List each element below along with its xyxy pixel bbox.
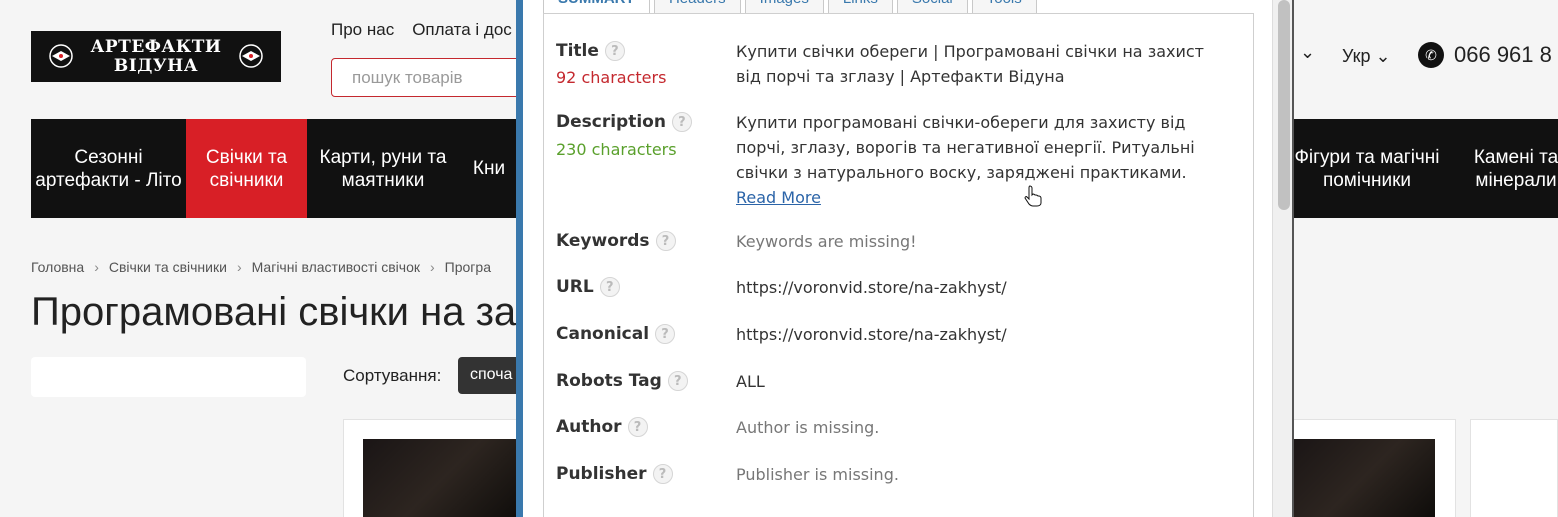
menu-item-figures[interactable]: Фігури та магічні помічники (1293, 119, 1441, 218)
panel-border (516, 0, 523, 517)
row-label: Canonical? (556, 324, 676, 344)
hand-cursor-icon (1024, 185, 1042, 207)
publisher-value: Publisher is missing. (736, 465, 899, 484)
description-value: Купити програмовані свічки-обереги для з… (736, 110, 1226, 210)
page-title: Програмовані свічки на за (31, 290, 517, 334)
url-value[interactable]: https://voronvid.store/na-zakhyst/ (736, 275, 1226, 300)
chevron-down-icon[interactable]: ⌄ (1300, 42, 1315, 63)
product-card[interactable] (343, 419, 523, 517)
row-label: Author? (556, 417, 648, 437)
raven-ornament-icon (239, 44, 263, 68)
menu-item-seasonal[interactable]: Сезонні артефакти - Літо (31, 119, 186, 218)
tab-social[interactable]: Social (896, 0, 968, 14)
keywords-value: Keywords are missing! (736, 232, 917, 251)
panel-edge (1292, 0, 1294, 517)
language-label: Укр (1342, 46, 1371, 66)
help-icon[interactable]: ? (655, 231, 676, 251)
tab-headers[interactable]: Headers (653, 0, 741, 14)
tab-images[interactable]: Images (744, 0, 824, 14)
product-image (363, 439, 523, 517)
breadcrumb-properties[interactable]: Магічні властивості свічок (252, 259, 420, 275)
product-image (1290, 439, 1435, 517)
top-link-payment[interactable]: Оплата і дос (412, 20, 512, 40)
raven-ornament-icon (49, 44, 73, 68)
menu-item-cards-runes[interactable]: Карти, руни та маятники (307, 119, 459, 218)
read-more-link[interactable]: Read More (736, 188, 821, 207)
help-icon[interactable]: ? (599, 277, 620, 297)
phone-number: 066 961 8 (1454, 42, 1552, 67)
row-label: URL? (556, 277, 620, 297)
breadcrumb-candles[interactable]: Свічки та свічники (109, 259, 227, 275)
chevron-down-icon: ⌄ (1375, 46, 1391, 66)
help-icon[interactable]: ? (671, 112, 692, 132)
row-label: Robots Tag? (556, 371, 688, 391)
help-icon[interactable]: ? (604, 41, 625, 61)
menu-item-books[interactable]: Кни (459, 119, 519, 218)
logo-line-1: АРТЕФАКТИ (90, 36, 222, 57)
phone-icon: ✆ (1418, 42, 1444, 68)
chevron-right-icon: › (94, 259, 99, 275)
panel-scrollbar[interactable] (1272, 0, 1294, 517)
help-icon[interactable]: ? (627, 417, 648, 437)
char-count: 230 characters (556, 140, 677, 159)
sort-label: Сортування: (343, 366, 442, 385)
top-link-about[interactable]: Про нас (331, 20, 394, 40)
tab-links[interactable]: Links (827, 0, 893, 14)
tab-tools[interactable]: Tools (971, 0, 1037, 14)
filter-box[interactable] (31, 357, 306, 397)
search-input[interactable]: пошук товарів (331, 58, 531, 97)
row-label: Title? (556, 41, 625, 61)
site-logo[interactable]: АРТЕФАКТИ ВІДУНА (31, 31, 281, 82)
scrollbar-thumb[interactable] (1278, 0, 1290, 210)
canonical-value[interactable]: https://voronvid.store/na-zakhyst/ (736, 322, 1226, 347)
menu-item-stones[interactable]: Камені та мінерали (1451, 119, 1558, 218)
help-icon[interactable]: ? (667, 371, 688, 391)
row-label: Publisher? (556, 464, 673, 484)
description-text: Купити програмовані свічки-обереги для з… (736, 113, 1195, 182)
row-label: Keywords? (556, 231, 676, 251)
phone-contact[interactable]: ✆ 066 961 8 (1418, 42, 1552, 68)
menu-item-candles[interactable]: Свічки та свічники (186, 119, 307, 218)
robots-value: ALL (736, 372, 765, 391)
logo-line-2: ВІДУНА (113, 55, 199, 76)
help-icon[interactable]: ? (652, 464, 673, 484)
breadcrumb: Головна › Свічки та свічники › Магічні в… (31, 259, 491, 275)
language-selector[interactable]: Укр ⌄ (1342, 46, 1391, 67)
author-value: Author is missing. (736, 418, 880, 437)
help-icon[interactable]: ? (655, 324, 676, 344)
title-value: Купити свічки обереги | Програмовані сві… (736, 42, 1204, 86)
char-count: 92 characters (556, 68, 667, 87)
row-label: Description? (556, 112, 692, 132)
top-links: Про нас Оплата і дос (331, 20, 512, 40)
chevron-right-icon: › (430, 259, 435, 275)
breadcrumb-home[interactable]: Головна (31, 259, 84, 275)
chevron-right-icon: › (236, 259, 242, 275)
product-card[interactable] (1290, 419, 1456, 517)
breadcrumb-current: Програ (444, 259, 491, 275)
product-card[interactable] (1470, 419, 1558, 517)
